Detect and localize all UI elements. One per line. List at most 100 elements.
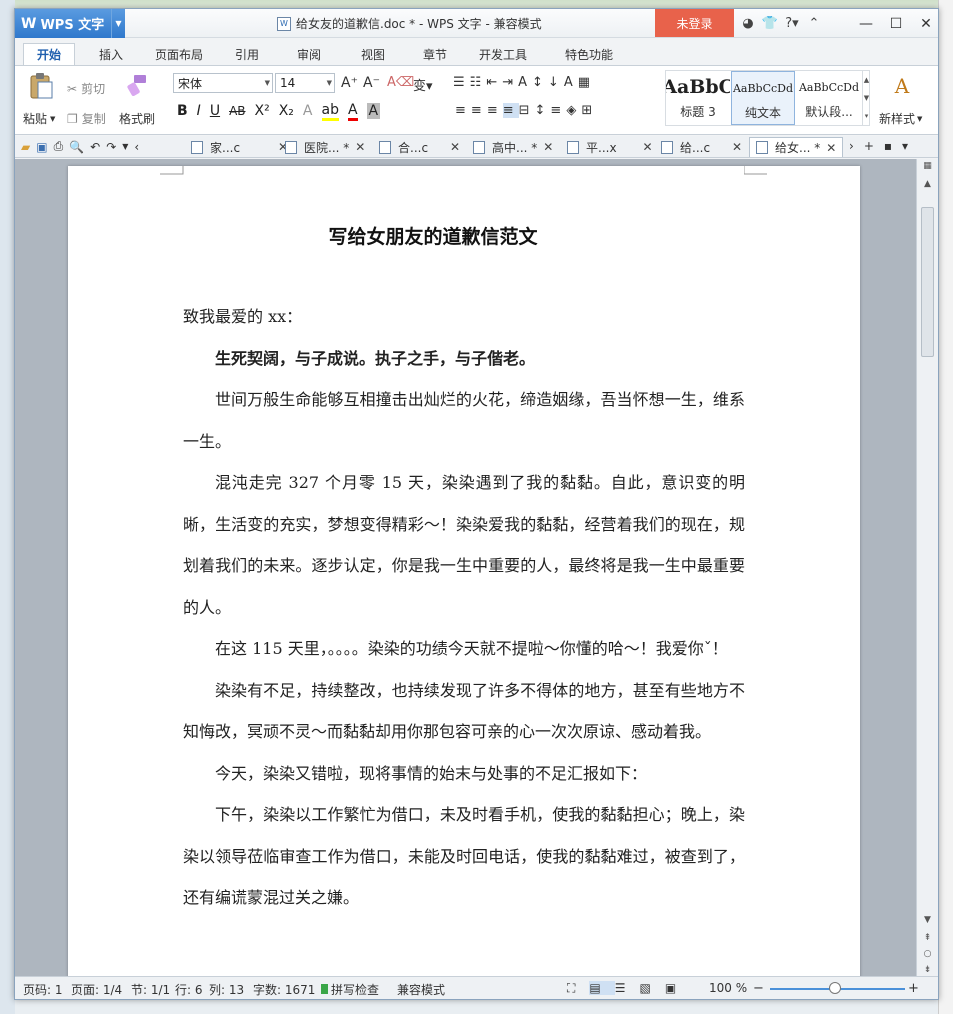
- document-page[interactable]: 写给女朋友的道歉信范文 致我最爱的 xx： 生死契阔，与子成说。执子之手，与子偕…: [68, 166, 860, 976]
- tab-developer[interactable]: 开发工具: [471, 43, 535, 65]
- help-icon[interactable]: ?▾: [781, 16, 803, 31]
- style-plain-text[interactable]: AaBbCcDd 纯文本: [731, 71, 795, 125]
- zoom-out-icon[interactable]: −: [753, 981, 764, 996]
- highlight-icon[interactable]: ab: [321, 102, 339, 121]
- undo-icon[interactable]: ↶: [90, 140, 106, 154]
- clear-format-icon[interactable]: A⌫: [387, 75, 414, 90]
- strikethrough-icon[interactable]: AB: [229, 104, 245, 118]
- doc-tab[interactable]: 医院... * ✕: [285, 137, 365, 157]
- web-view-icon[interactable]: ▧: [640, 981, 665, 995]
- tab-view[interactable]: 视图: [349, 43, 397, 65]
- tab-home[interactable]: 开始: [23, 43, 75, 65]
- document-body[interactable]: 致我最爱的 xx： 生死契阔，与子成说。执子之手，与子偕老。 世间万般生命能够互…: [183, 296, 745, 919]
- close-icon[interactable]: ✕: [911, 16, 938, 32]
- style-default-paragraph[interactable]: AaBbCcDd 默认段...: [797, 71, 861, 125]
- zoom-level[interactable]: 100 %: [709, 981, 747, 995]
- shrink-font-icon[interactable]: A⁻: [363, 75, 380, 91]
- justify-icon[interactable]: ≡: [502, 103, 519, 118]
- text-effect-icon[interactable]: A: [303, 103, 313, 119]
- minimize-icon[interactable]: —: [851, 16, 881, 32]
- status-section[interactable]: 节: 1/1: [131, 981, 170, 998]
- zoom-in-icon[interactable]: +: [908, 981, 919, 996]
- tab-menu-icon[interactable]: ▾: [902, 139, 918, 153]
- status-row[interactable]: 行: 6: [175, 981, 203, 998]
- print-preview-icon[interactable]: 🔍: [69, 140, 90, 154]
- tab-special-features[interactable]: 特色功能: [549, 43, 629, 65]
- doc-tab[interactable]: 给...c ✕: [661, 137, 742, 157]
- print-icon[interactable]: ⎙: [54, 139, 70, 154]
- spell-check-status[interactable]: 拼写检查: [321, 981, 379, 998]
- format-painter-button[interactable]: 格式刷: [119, 110, 155, 127]
- cut-button[interactable]: ✂ 剪切: [67, 80, 105, 97]
- superscript-icon[interactable]: X²: [255, 103, 270, 119]
- doc-tab[interactable]: 合...c ✕: [379, 137, 460, 157]
- scroll-up-icon[interactable]: ▲: [917, 179, 938, 189]
- new-tab-icon[interactable]: +: [864, 139, 884, 153]
- reading-view-icon[interactable]: ▣: [665, 981, 690, 995]
- maximize-icon[interactable]: ☐: [881, 16, 911, 32]
- tab-page-layout[interactable]: 页面布局: [147, 43, 211, 65]
- tab-review[interactable]: 审阅: [285, 43, 333, 65]
- redo-icon[interactable]: ↷: [106, 140, 122, 154]
- close-icon[interactable]: ✕: [355, 140, 365, 154]
- distributed-icon[interactable]: ⊟: [519, 103, 535, 118]
- font-name-combo[interactable]: 宋体 ▼: [173, 73, 273, 93]
- close-icon[interactable]: ✕: [643, 140, 653, 154]
- new-style-icon[interactable]: A: [888, 72, 916, 100]
- scrollbar-thumb[interactable]: [921, 207, 934, 357]
- status-col[interactable]: 列: 13: [209, 981, 244, 998]
- line-spacing-icon[interactable]: ↕≡: [535, 103, 567, 118]
- phonetic-guide-icon[interactable]: 变▾: [413, 75, 433, 94]
- page-view-icon[interactable]: ▤: [589, 981, 615, 995]
- tab-scroll-left-icon[interactable]: ‹: [134, 140, 145, 154]
- font-color-icon[interactable]: A: [347, 102, 358, 121]
- customize-toolbar-icon[interactable]: ▼: [122, 142, 134, 151]
- doc-tab[interactable]: 家...c ✕: [191, 137, 288, 157]
- status-pages[interactable]: 页面: 1/4: [71, 981, 122, 998]
- close-icon[interactable]: ✕: [732, 140, 742, 154]
- paste-button[interactable]: 粘贴 ▼: [23, 110, 55, 127]
- cloud-icon[interactable]: ◕: [737, 16, 759, 31]
- align-left-icon[interactable]: ≡: [455, 103, 471, 118]
- shading-icon[interactable]: ◈: [566, 103, 581, 118]
- new-style-button[interactable]: 新样式 ▼: [879, 110, 922, 127]
- char-shading-icon[interactable]: A: [366, 103, 381, 119]
- align-center-icon[interactable]: ≡: [471, 103, 487, 118]
- doc-tab-active[interactable]: 给女... * ✕: [749, 137, 843, 157]
- wps-menu-button[interactable]: W WPS 文字 ▼: [15, 9, 125, 38]
- ruler-toggle-icon[interactable]: ▦: [917, 161, 938, 171]
- font-size-combo[interactable]: 14 ▼: [275, 73, 335, 93]
- text-direction-icon[interactable]: A↕: [518, 75, 548, 90]
- copy-button[interactable]: ❐ 复制: [67, 110, 106, 127]
- login-button[interactable]: 未登录: [655, 9, 734, 37]
- full-screen-icon[interactable]: ⛶: [567, 981, 589, 995]
- doc-tab[interactable]: 高中... * ✕: [473, 137, 553, 157]
- style-heading3[interactable]: AaBbC 标题 3: [666, 71, 730, 125]
- vertical-scrollbar[interactable]: ▦ ▲ ▼ ⇞ ○ ⇟: [916, 159, 938, 976]
- bullet-list-icon[interactable]: ☰: [453, 75, 470, 90]
- style-gallery-scroll[interactable]: ▲ ▼ ▾: [862, 71, 870, 125]
- underline-icon[interactable]: U: [210, 103, 220, 119]
- chevron-down-icon[interactable]: ▼: [111, 9, 125, 38]
- collapse-ribbon-icon[interactable]: ⌃: [803, 16, 825, 31]
- grow-font-icon[interactable]: A⁺: [341, 75, 358, 91]
- table-icon[interactable]: ▦: [578, 75, 595, 90]
- status-page-code[interactable]: 页码: 1: [23, 981, 63, 998]
- bold-icon[interactable]: B: [177, 103, 188, 119]
- tab-scroll-right-icon[interactable]: ›: [849, 139, 864, 153]
- paste-icon[interactable]: [27, 72, 55, 100]
- open-folder-icon[interactable]: ▰: [21, 140, 36, 154]
- doc-tab[interactable]: 平...x ✕: [567, 137, 653, 157]
- skin-shirt-icon[interactable]: 👕: [759, 16, 781, 31]
- next-page-icon[interactable]: ⇟: [917, 965, 938, 975]
- previous-page-icon[interactable]: ⇞: [917, 933, 938, 943]
- borders-icon[interactable]: ⊞: [581, 103, 597, 118]
- save-icon[interactable]: ▣: [36, 140, 53, 154]
- tab-insert[interactable]: 插入: [87, 43, 135, 65]
- close-icon[interactable]: ✕: [543, 140, 553, 154]
- sort-icon[interactable]: ↓A: [548, 75, 578, 90]
- numbered-list-icon[interactable]: ☷: [470, 75, 487, 90]
- status-word-count[interactable]: 字数: 1671: [253, 981, 315, 998]
- italic-icon[interactable]: I: [197, 103, 201, 119]
- format-painter-icon[interactable]: [123, 72, 151, 100]
